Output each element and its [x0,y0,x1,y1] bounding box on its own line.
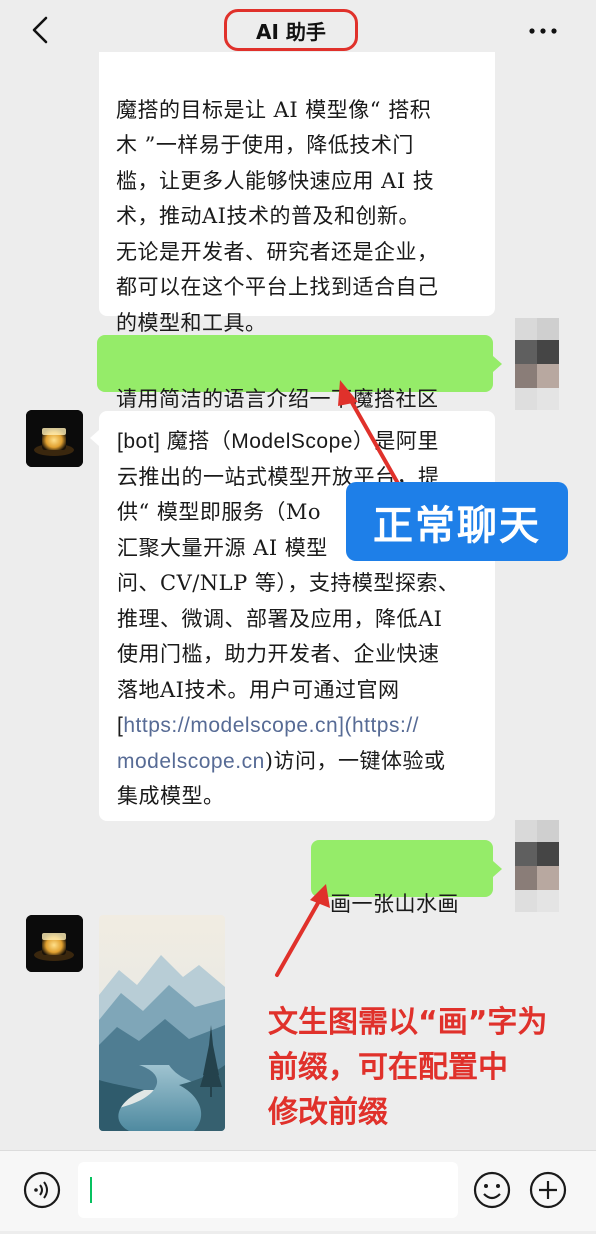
message-line: [bot] 魔搭（ModelScope）是阿里 [117,424,485,460]
chat-title: AI 助手 [224,9,358,51]
message-text: 供“ 模型即服务（Mo [117,500,322,524]
voice-icon[interactable] [22,1170,62,1210]
callout-text: 正常聊天 [373,503,541,548]
modelscope-link[interactable]: modelscope.cn [117,750,265,773]
message-line: 集成模型。 [117,784,225,808]
callout-label: 正常聊天 [346,482,568,561]
bubble-tail [90,430,99,446]
message-line: 问、CV/NLP 等），支持模型探索、 [117,571,460,595]
plus-circle-icon[interactable] [528,1170,568,1210]
user-avatar[interactable] [512,318,560,414]
message-bubble-user[interactable]: 画一张山水画 [311,840,493,916]
annotation-note: 文生图需以“画”字为 前缀，可在配置中 修改前缀 [268,1005,548,1130]
bubble-tail [493,356,502,372]
landscape-image-message[interactable] [99,915,225,1131]
bot-avatar[interactable] [26,915,83,972]
user-avatar[interactable] [512,820,560,916]
message-line: 推理、微调、部署及应用，降低AI [117,606,443,631]
more-dots-icon[interactable] [526,14,560,48]
back-chevron-left-icon[interactable] [22,10,62,50]
message-input[interactable] [78,1162,458,1218]
message-bubble-user[interactable]: 请用简洁的语言介绍一下魔搭社区 [97,335,493,411]
emoji-icon[interactable] [472,1170,512,1210]
message-line: 使用门槛，助力开发者、企业快速 [117,642,440,666]
message-text: 魔搭的目标是让 AI 模型像“ 搭积 木 ”一样易于使用，降低技术门 槛，让更多… [116,97,439,335]
message-text: )访问，一键体验或 [264,748,446,773]
modelscope-link[interactable]: https://modelscope.cn [123,714,338,737]
link-text: ](https:// [338,714,419,737]
message-text: 画一张山水画 [330,891,459,916]
bot-avatar[interactable] [26,410,83,467]
message-line: 落地AI技术。用户可通过官网 [117,677,400,702]
message-line: [https://modelscope.cn](https:// [117,708,485,744]
message-text: 汇聚大量开源 AI 模型 [117,535,328,560]
message-text: [bot] 魔搭（ModelScope）是阿里 [117,430,439,453]
message-bubble-bot[interactable]: 魔搭的目标是让 AI 模型像“ 搭积 木 ”一样易于使用，降低技术门 槛，让更多… [99,52,495,335]
message-text: 请用简洁的语言介绍一下魔搭社区 [116,386,439,411]
message-bubble-bot[interactable]: [bot] 魔搭（ModelScope）是阿里 云推出的一站式模型开放平台，提 … [99,411,495,821]
message-line: modelscope.cn)访问，一键体验或 [117,744,485,780]
input-caret [90,1177,92,1203]
chat-title-text: AI 助手 [256,19,326,44]
bubble-tail [493,861,502,877]
